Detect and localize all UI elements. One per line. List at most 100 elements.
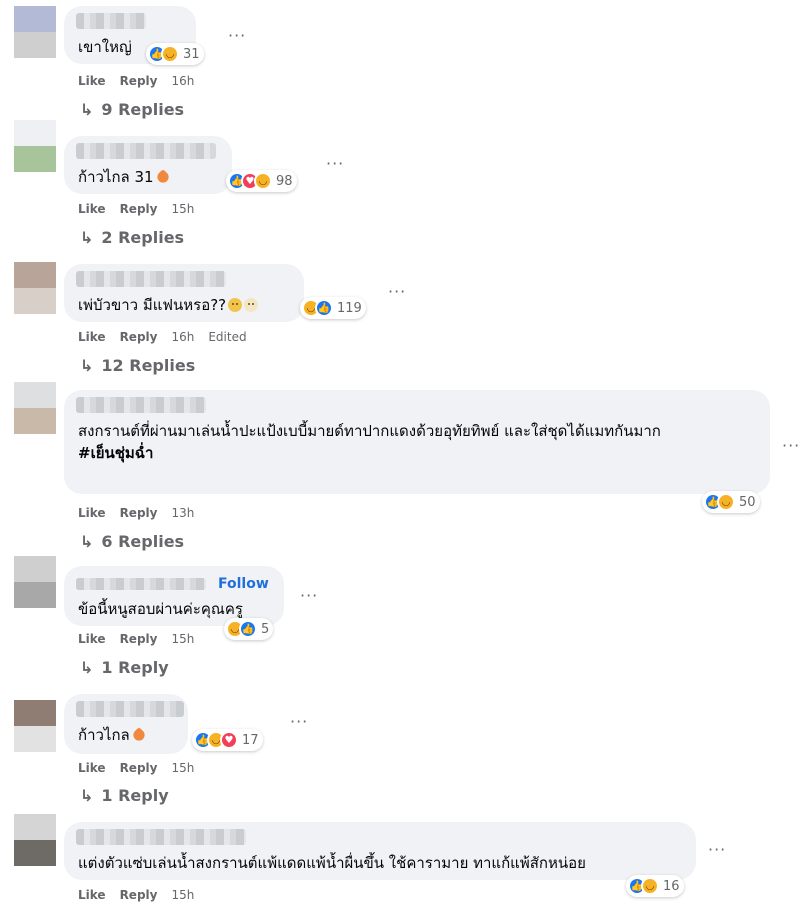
like-link[interactable]: Like xyxy=(78,202,106,216)
avatar[interactable] xyxy=(14,120,56,172)
reaction-summary[interactable]: 👍 ◡ 31 xyxy=(146,43,204,65)
reaction-count: 16 xyxy=(663,878,680,894)
view-replies-link[interactable]: ↳ 1 Reply xyxy=(80,786,169,805)
reaction-count: 5 xyxy=(261,621,270,637)
love-icon: ♥ xyxy=(220,731,238,749)
like-link[interactable]: Like xyxy=(78,506,106,520)
reply-arrow-icon: ↳ xyxy=(80,228,94,247)
reaction-count: 31 xyxy=(183,46,200,62)
like-link[interactable]: Like xyxy=(78,632,106,646)
author-name[interactable] xyxy=(76,578,206,590)
follow-button[interactable]: Follow xyxy=(218,576,269,592)
comment-text: เพ่บัวขาว มีแฟนหรอ?? xyxy=(78,294,259,316)
view-replies-link[interactable]: ↳ 2 Replies xyxy=(80,228,184,247)
reply-arrow-icon: ↳ xyxy=(80,356,94,375)
timestamp[interactable]: 15h xyxy=(171,202,194,216)
like-link[interactable]: Like xyxy=(78,74,106,88)
more-options-button[interactable]: ··· xyxy=(708,840,726,859)
more-options-button[interactable]: ··· xyxy=(782,436,800,455)
comment-text: ก้าวไกล 31 xyxy=(78,166,171,188)
reaction-summary[interactable]: 👍 ♥ ◡ 98 xyxy=(226,170,297,192)
reply-link[interactable]: Reply xyxy=(120,330,158,344)
comment-text: ก้าวไกล xyxy=(78,724,147,746)
reaction-summary[interactable]: 👍 ◡ ♥ 17 xyxy=(192,729,263,751)
comment-bubble: ก้าวไกล 31 xyxy=(64,136,232,194)
haha-icon: ◡ xyxy=(717,493,735,511)
avatar[interactable] xyxy=(14,382,56,434)
like-link[interactable]: Like xyxy=(78,330,106,344)
neutral-face-emoji xyxy=(244,298,259,312)
comment-bubble: เพ่บัวขาว มีแฟนหรอ?? xyxy=(64,264,304,322)
comment-bubble: แต่งตัวแซ่บเล่นน้ำสงกรานต์แพ้แดดแพ้น้ำผื… xyxy=(64,822,696,880)
comment-text: ข้อนี้หนูสอบผ่านค่ะคุณครู xyxy=(78,600,243,618)
view-replies-link[interactable]: ↳ 9 Replies xyxy=(80,100,184,119)
comment-bubble: Follow ข้อนี้หนูสอบผ่านค่ะคุณครู xyxy=(64,566,284,626)
comment-actions: Like Reply 15h xyxy=(78,632,208,646)
author-name[interactable] xyxy=(76,13,146,29)
reaction-summary[interactable]: 👍 ◡ 50 xyxy=(702,491,760,513)
comment-actions: Like Reply 13h xyxy=(78,506,208,520)
author-name[interactable] xyxy=(76,397,206,413)
like-icon: 👍 xyxy=(239,620,257,638)
reaction-count: 50 xyxy=(739,494,756,510)
comment-bubble: ก้าวไกล xyxy=(64,694,188,754)
comment-text: แต่งตัวแซ่บเล่นน้ำสงกรานต์แพ้แดดแพ้น้ำผื… xyxy=(78,854,586,872)
timestamp[interactable]: 13h xyxy=(171,506,194,520)
more-options-button[interactable]: ··· xyxy=(326,154,344,173)
edited-label: Edited xyxy=(208,330,247,344)
author-name[interactable] xyxy=(76,829,246,845)
reply-link[interactable]: Reply xyxy=(120,888,158,902)
more-options-button[interactable]: ··· xyxy=(300,586,318,605)
timestamp[interactable]: 15h xyxy=(171,888,194,902)
more-options-button[interactable]: ··· xyxy=(388,282,406,301)
view-replies-link[interactable]: ↳ 1 Reply xyxy=(80,658,169,677)
comment-actions: Like Reply 16h Edited xyxy=(78,330,261,344)
author-name[interactable] xyxy=(76,271,226,287)
comment-actions: Like Reply 15h xyxy=(78,202,208,216)
haha-icon: ◡ xyxy=(641,877,659,895)
comment-bubble: สงกรานต์ที่ผ่านมาเล่นน้ำปะแป้งเบบี้มายด์… xyxy=(64,390,770,494)
more-options-button[interactable]: ··· xyxy=(290,712,308,731)
view-replies-link[interactable]: ↳ 6 Replies xyxy=(80,532,184,551)
author-name[interactable] xyxy=(76,701,184,717)
orange-heart-emoji xyxy=(130,727,147,743)
like-link[interactable]: Like xyxy=(78,761,106,775)
reply-arrow-icon: ↳ xyxy=(80,100,94,119)
avatar[interactable] xyxy=(14,814,56,866)
comment-actions: Like Reply 16h xyxy=(78,74,208,88)
comment-text: เขาใหญ่ xyxy=(78,38,132,56)
timestamp[interactable]: 16h xyxy=(171,330,194,344)
haha-icon: ◡ xyxy=(254,172,272,190)
view-replies-link[interactable]: ↳ 12 Replies xyxy=(80,356,195,375)
reply-link[interactable]: Reply xyxy=(120,632,158,646)
reply-link[interactable]: Reply xyxy=(120,74,158,88)
comment-actions: Like Reply 15h xyxy=(78,888,208,902)
avatar[interactable] xyxy=(14,700,56,752)
comment-text: สงกรานต์ที่ผ่านมาเล่นน้ำปะแป้งเบบี้มายด์… xyxy=(78,420,758,464)
orange-heart-emoji xyxy=(154,169,171,185)
avatar[interactable] xyxy=(14,6,56,58)
avatar[interactable] xyxy=(14,556,56,608)
timestamp[interactable]: 16h xyxy=(171,74,194,88)
reply-link[interactable]: Reply xyxy=(120,202,158,216)
reaction-summary[interactable]: 👍 ◡ 16 xyxy=(626,875,684,897)
author-name[interactable] xyxy=(76,143,216,159)
reaction-count: 119 xyxy=(337,300,362,316)
reply-link[interactable]: Reply xyxy=(120,506,158,520)
reaction-count: 17 xyxy=(242,732,259,748)
reply-arrow-icon: ↳ xyxy=(80,532,94,551)
smiling-face-emoji xyxy=(228,298,243,312)
timestamp[interactable]: 15h xyxy=(171,761,194,775)
more-options-button[interactable]: ··· xyxy=(228,26,246,45)
reaction-summary[interactable]: ◡ 👍 119 xyxy=(300,297,366,319)
reply-link[interactable]: Reply xyxy=(120,761,158,775)
like-icon: 👍 xyxy=(315,299,333,317)
avatar[interactable] xyxy=(14,262,56,314)
timestamp[interactable]: 15h xyxy=(171,632,194,646)
reply-arrow-icon: ↳ xyxy=(80,658,94,677)
reaction-count: 98 xyxy=(276,173,293,189)
reaction-summary[interactable]: ◡ 👍 5 xyxy=(224,618,274,640)
like-link[interactable]: Like xyxy=(78,888,106,902)
hashtag[interactable]: #เย็นชุ่มฉ่ำ xyxy=(78,442,758,464)
comment-actions: Like Reply 15h xyxy=(78,761,208,775)
